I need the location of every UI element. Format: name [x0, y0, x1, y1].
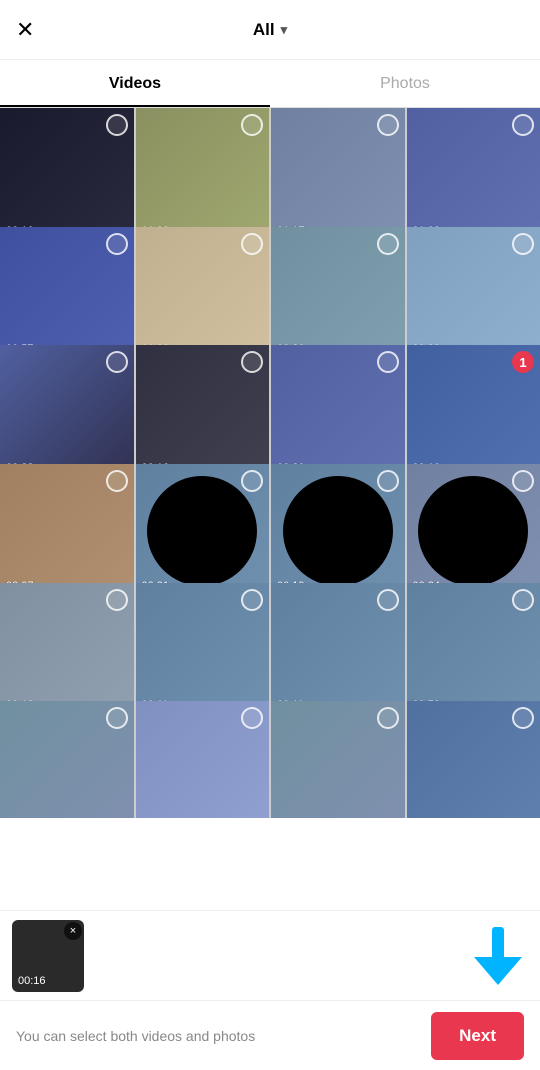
filter-dropdown[interactable]: All ▾	[253, 20, 287, 40]
grid-item[interactable]: 00:26	[271, 227, 405, 361]
grid-item[interactable]: 00:31	[136, 464, 270, 598]
select-circle[interactable]	[377, 707, 399, 729]
grid-item[interactable]: 00:59	[407, 583, 540, 717]
close-button[interactable]: ✕	[16, 17, 34, 43]
select-circle[interactable]	[106, 114, 128, 136]
select-circle[interactable]	[241, 589, 263, 611]
grid-item[interactable]	[136, 701, 270, 818]
header: ✕ All ▾	[0, 0, 540, 60]
select-circle[interactable]	[241, 233, 263, 255]
select-circle[interactable]	[241, 351, 263, 373]
next-button[interactable]: Next	[431, 1012, 524, 1060]
grid-item[interactable]: 00:19	[271, 464, 405, 598]
select-circle[interactable]	[377, 233, 399, 255]
tab-videos[interactable]: Videos	[0, 60, 270, 107]
grid-item[interactable]: 00:11	[271, 583, 405, 717]
select-circle[interactable]	[106, 707, 128, 729]
grid-item[interactable]: 00:16	[0, 108, 134, 242]
grid-item[interactable]: 00:16	[136, 345, 270, 479]
close-icon: ×	[70, 925, 76, 937]
grid-item[interactable]	[0, 701, 134, 818]
select-circle[interactable]	[106, 470, 128, 492]
select-circle[interactable]	[512, 114, 534, 136]
select-circle[interactable]	[377, 114, 399, 136]
download-arrow-icon	[474, 927, 522, 985]
grid-item[interactable]: 01:22	[136, 108, 270, 242]
bottom-panel: × 00:16	[0, 910, 540, 1000]
grid-item[interactable]: 00:57	[0, 227, 134, 361]
grid-item[interactable]	[271, 701, 405, 818]
grid-item[interactable]: 01:17	[271, 108, 405, 242]
select-circle[interactable]	[106, 233, 128, 255]
select-circle[interactable]	[512, 233, 534, 255]
privacy-overlay	[147, 476, 257, 586]
hint-text: You can select both videos and photos	[16, 1028, 419, 1044]
grid-item[interactable]: 00:12	[0, 583, 134, 717]
video-grid: 00:1601:2201:1701:0300:5701:2800:2600:29…	[0, 108, 540, 818]
grid-item[interactable]: 00:07	[0, 464, 134, 598]
chevron-down-icon: ▾	[281, 22, 288, 38]
grid-item[interactable]: 01:28	[136, 227, 270, 361]
select-circle[interactable]	[241, 470, 263, 492]
select-circle[interactable]	[512, 470, 534, 492]
select-circle[interactable]	[241, 114, 263, 136]
privacy-overlay	[283, 476, 393, 586]
select-circle[interactable]	[241, 707, 263, 729]
selected-duration: 00:16	[18, 975, 46, 987]
select-circle[interactable]: 1	[512, 351, 534, 373]
select-circle[interactable]	[377, 470, 399, 492]
remove-selected-button[interactable]: ×	[64, 922, 82, 940]
select-circle[interactable]	[106, 351, 128, 373]
download-button[interactable]	[468, 921, 528, 991]
grid-item[interactable]	[407, 701, 540, 818]
select-circle[interactable]	[377, 589, 399, 611]
grid-item[interactable]: 00:23	[0, 345, 134, 479]
footer-bar: You can select both videos and photos Ne…	[0, 1000, 540, 1070]
filter-label: All	[253, 20, 275, 40]
grid-item[interactable]: 00:24	[407, 464, 540, 598]
privacy-overlay	[418, 476, 528, 586]
select-circle[interactable]	[512, 707, 534, 729]
grid-item[interactable]: 00:11	[136, 583, 270, 717]
grid-item[interactable]: 00:20	[271, 345, 405, 479]
select-circle[interactable]	[512, 589, 534, 611]
selected-thumbnail[interactable]: × 00:16	[12, 920, 84, 992]
grid-item[interactable]: 01:03	[407, 108, 540, 242]
select-circle[interactable]	[377, 351, 399, 373]
select-circle[interactable]	[106, 589, 128, 611]
grid-item[interactable]: 00:29	[407, 227, 540, 361]
grid-item[interactable]: 00:161	[407, 345, 540, 479]
tab-photos[interactable]: Photos	[270, 60, 540, 107]
close-icon: ✕	[16, 17, 34, 42]
tabs: Videos Photos	[0, 60, 540, 108]
